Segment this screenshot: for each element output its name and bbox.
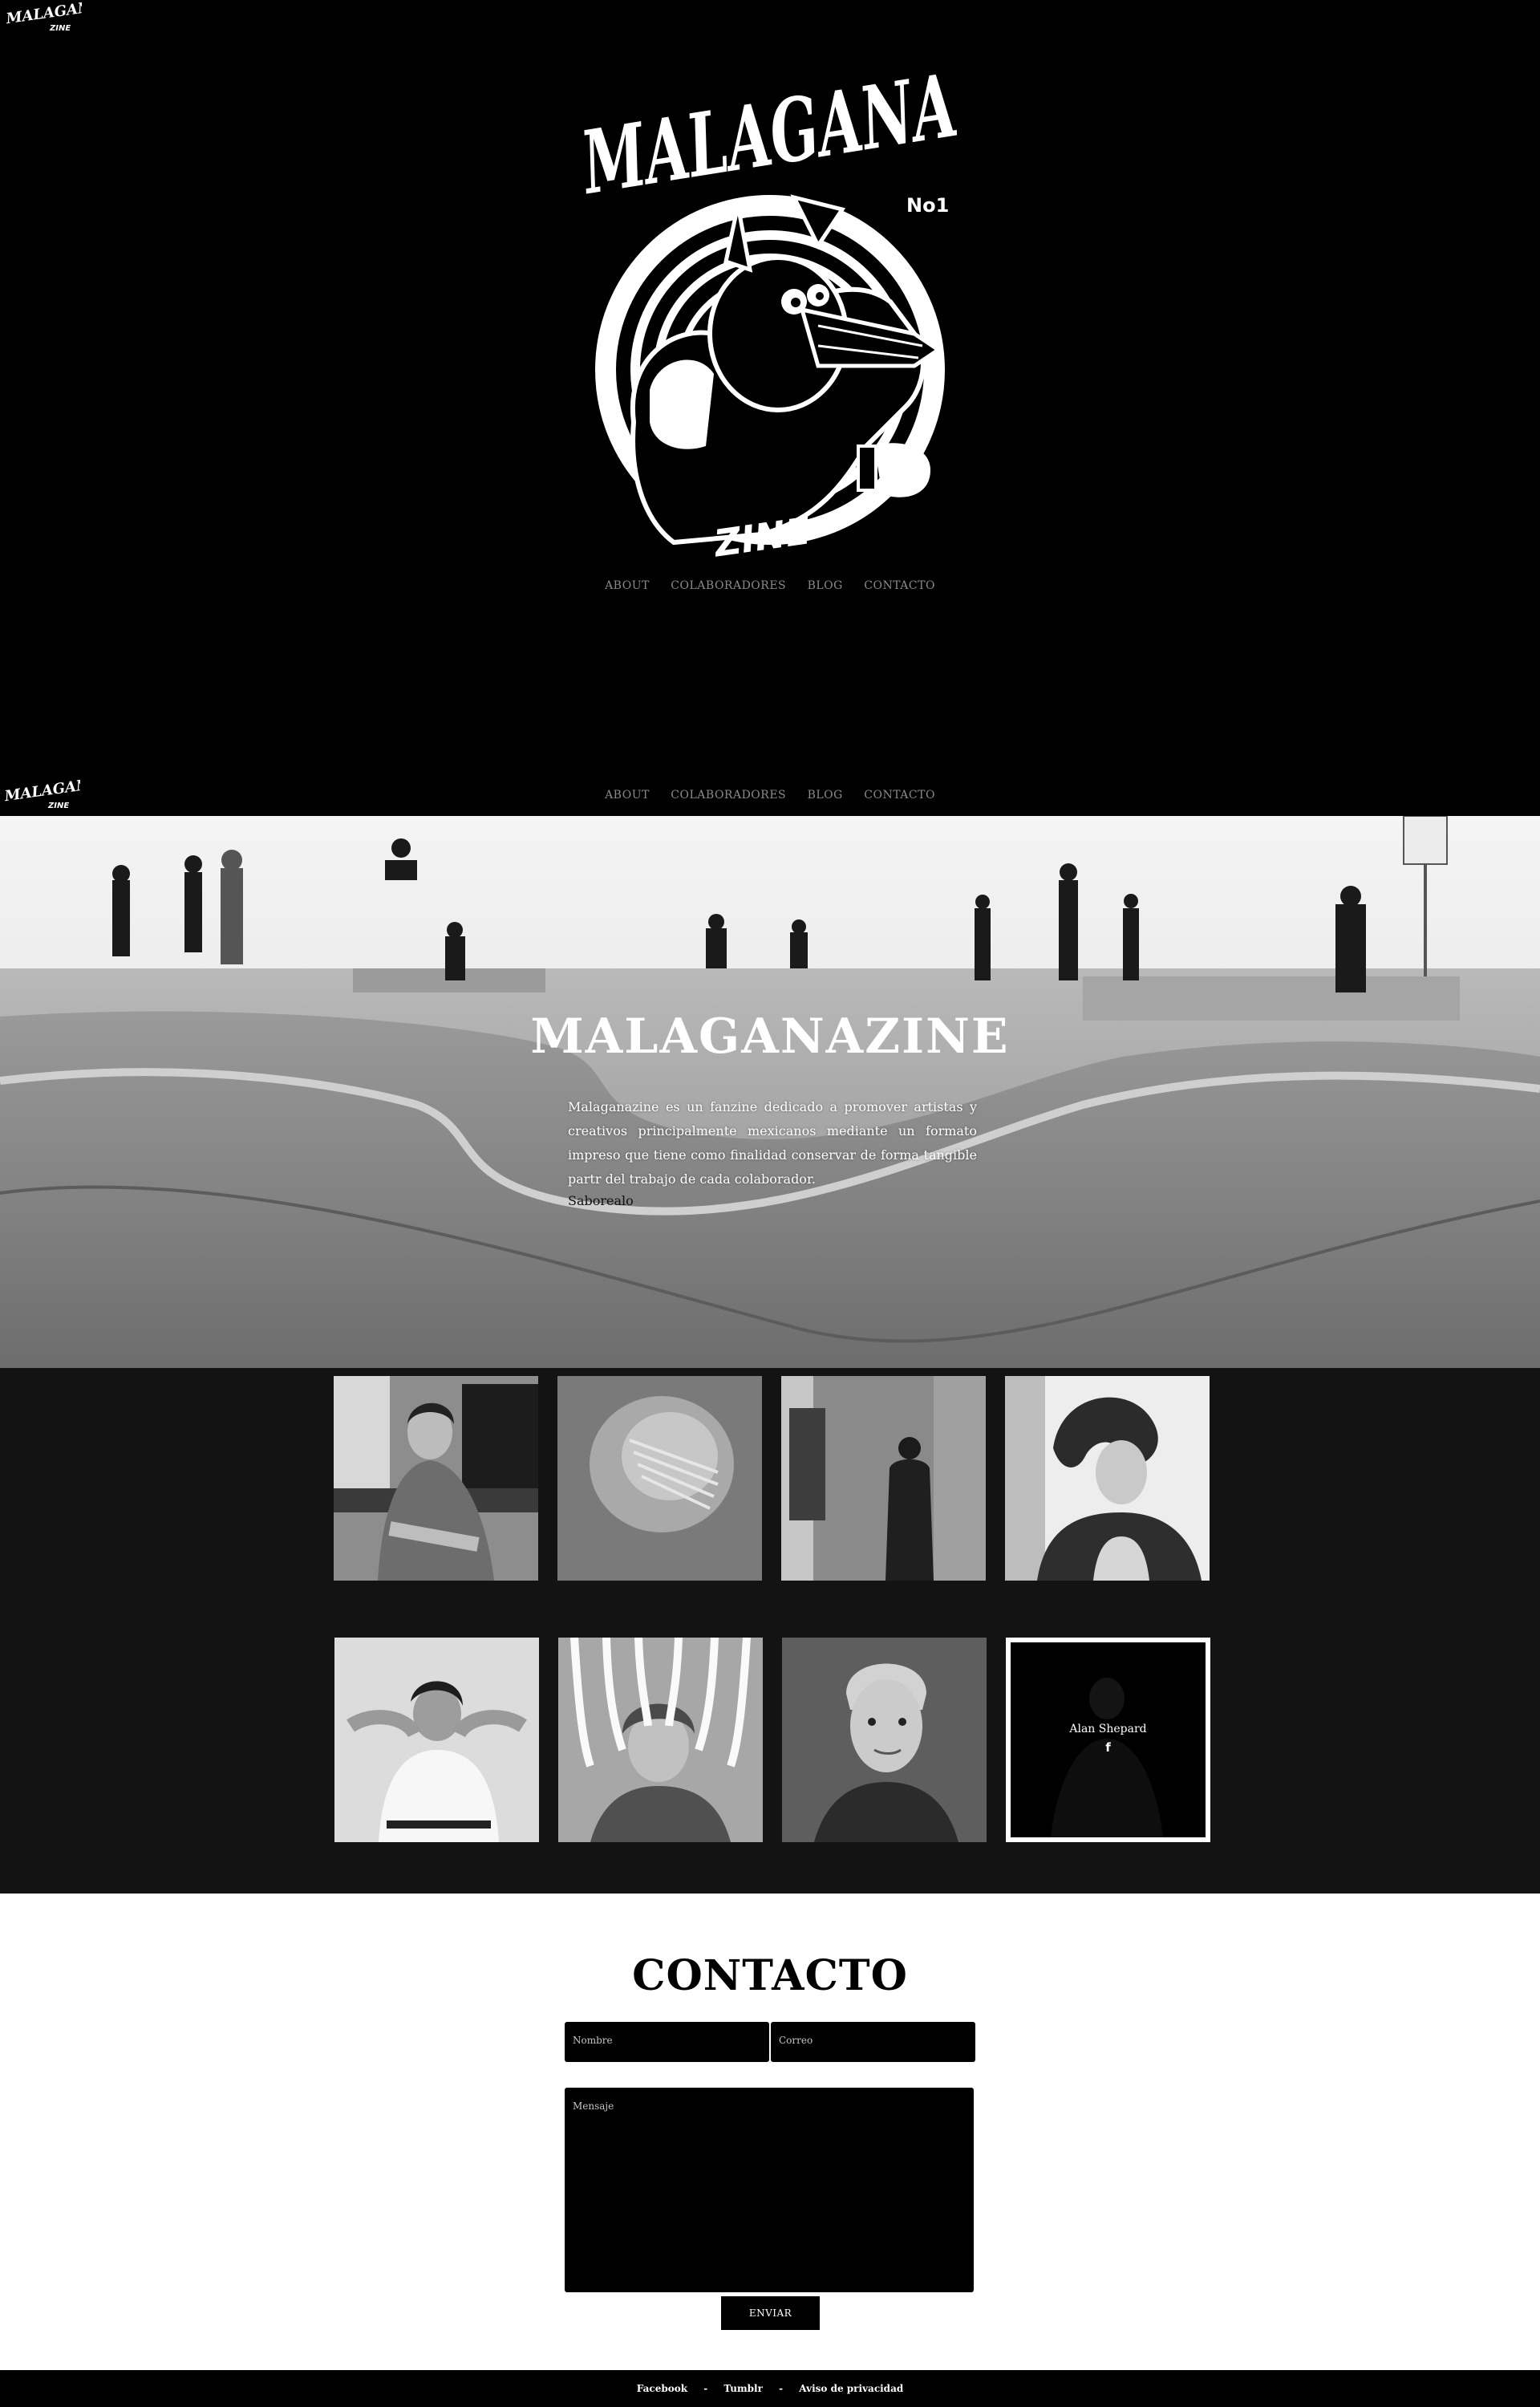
collaborator-photo <box>782 1638 987 1842</box>
nav-blog[interactable]: BLOG <box>808 579 843 592</box>
collaborator-photo <box>558 1638 763 1842</box>
collaborator-photo <box>781 1376 986 1581</box>
contact-section: CONTACTO ENVIAR <box>0 1894 1540 2370</box>
footer: Facebook - Tumblr - Aviso de privacidad <box>0 2370 1540 2407</box>
name-field[interactable] <box>573 2035 761 2046</box>
collaborator-tile[interactable] <box>334 1638 539 1842</box>
hero-logo-wordmark: MALAGANA <box>578 69 963 214</box>
nav-about[interactable]: ABOUT <box>605 579 650 592</box>
collaborator-tile[interactable] <box>781 1376 986 1581</box>
corner-logo-sub: ZINE <box>49 24 71 33</box>
sticky-logo-sub: ZINE <box>47 802 69 810</box>
sticky-nav-blog[interactable]: BLOG <box>808 789 843 802</box>
footer-link-facebook[interactable]: Facebook <box>637 2383 687 2394</box>
corner-logo[interactable]: MALAGANA ZINE <box>5 2 82 34</box>
hero-section: MALAGANA ZINE MALAGANA No1 ZINE ABOUT CO… <box>0 0 1540 816</box>
collaborator-name: Alan Shepard <box>1069 1723 1147 1735</box>
collaborator-photo <box>334 1638 539 1842</box>
name-field-wrap <box>565 2022 769 2062</box>
email-field[interactable] <box>779 2035 967 2046</box>
hero-logo-illustration: MALAGANA No1 ZINE <box>578 69 963 566</box>
collaborator-tile-active[interactable]: Alan Shepard f <box>1006 1638 1210 1842</box>
collaborator-photo <box>557 1376 762 1581</box>
issue-number: No1 <box>906 194 949 217</box>
contact-title: CONTACTO <box>632 1951 908 2000</box>
collaborators-section: Alan Shepard f <box>0 1368 1540 1894</box>
message-field-wrap <box>565 2088 974 2292</box>
collaborator-tile[interactable] <box>557 1376 762 1581</box>
hero-nav: ABOUT COLABORADORES BLOG CONTACTO <box>0 579 1540 600</box>
about-text: Malaganazine es un fanzine dedicado a pr… <box>568 1099 977 1187</box>
nav-contacto[interactable]: CONTACTO <box>864 579 935 592</box>
sticky-header: MALAGANA ZINE ABOUT COLABORADORES BLOG C… <box>0 773 1540 816</box>
collaborator-tile[interactable] <box>558 1638 763 1842</box>
collaborator-photo <box>334 1376 538 1581</box>
footer-separator: - <box>703 2383 708 2394</box>
email-field-wrap <box>771 2022 975 2062</box>
facebook-icon[interactable]: f <box>1011 1740 1206 1755</box>
sticky-nav-colaboradores[interactable]: COLABORADORES <box>671 789 786 802</box>
send-button[interactable]: ENVIAR <box>721 2296 820 2330</box>
footer-link-tumblr[interactable]: Tumblr <box>723 2383 763 2394</box>
message-field[interactable] <box>573 2101 966 2235</box>
nav-colaboradores[interactable]: COLABORADORES <box>671 579 786 592</box>
about-title: MALAGANAZINE <box>530 1009 1010 1065</box>
collaborator-tile[interactable] <box>334 1376 538 1581</box>
skatepark-photo <box>0 816 1540 1368</box>
sticky-nav-contacto[interactable]: CONTACTO <box>864 789 935 802</box>
collaborator-tile[interactable] <box>782 1638 987 1842</box>
about-tagline: Saborealo <box>568 1193 634 1208</box>
collaborator-tile[interactable] <box>1005 1376 1210 1581</box>
collaborator-photo <box>1005 1376 1210 1581</box>
sticky-nav-about[interactable]: ABOUT <box>605 789 650 802</box>
about-section: MALAGANAZINE Malaganazine es un fanzine … <box>0 816 1540 1368</box>
footer-link-privacy[interactable]: Aviso de privacidad <box>799 2383 903 2394</box>
sticky-nav: ABOUT COLABORADORES BLOG CONTACTO <box>0 789 1540 802</box>
footer-separator: - <box>779 2383 784 2394</box>
